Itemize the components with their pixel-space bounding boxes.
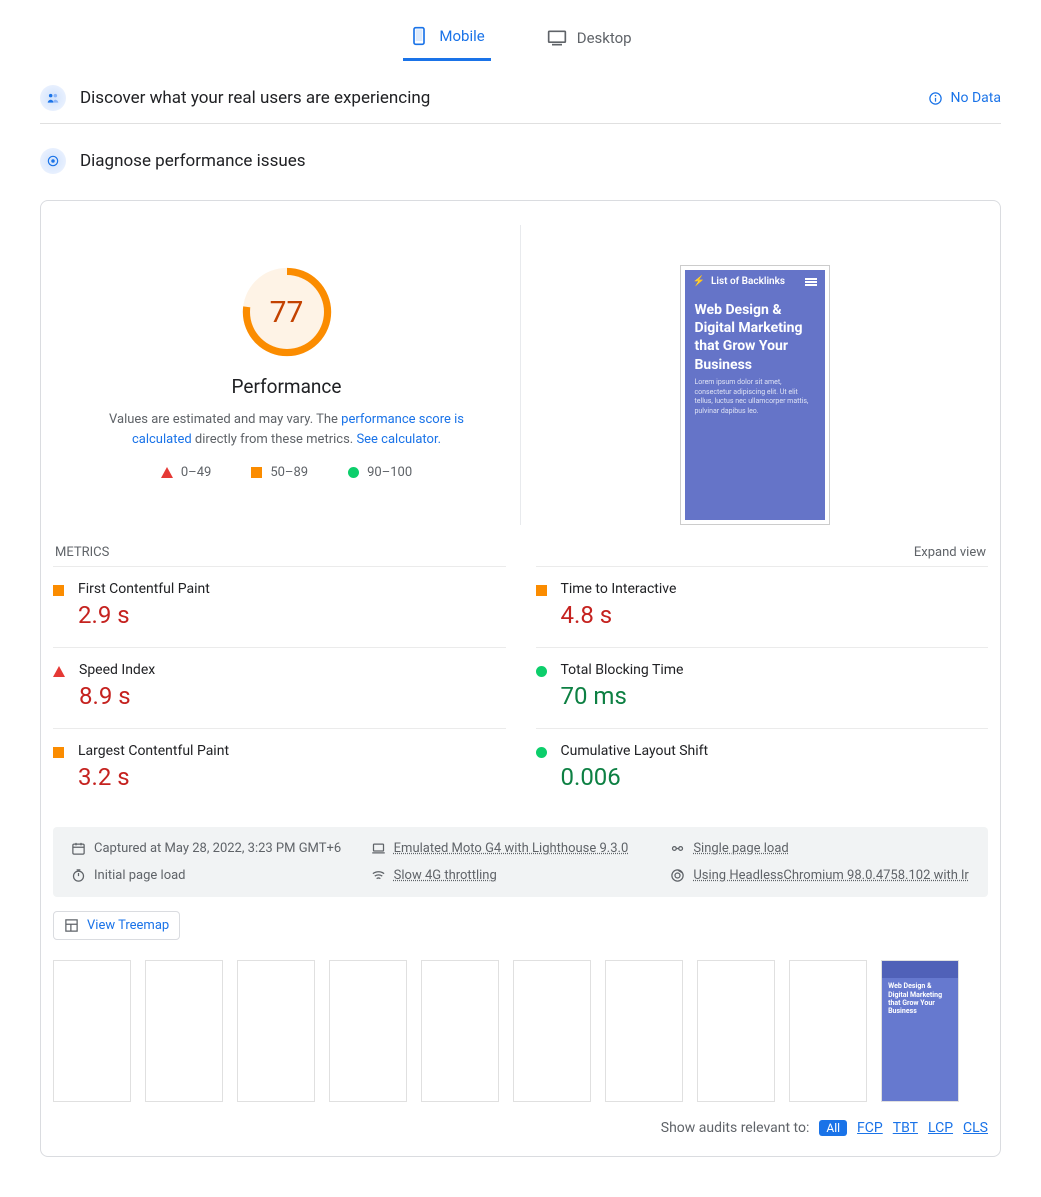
metric-label: Speed Index xyxy=(79,662,155,678)
diagnose-icon xyxy=(40,148,66,174)
metric-row: Largest Contentful Paint 3.2 s xyxy=(53,728,506,809)
square-orange-icon xyxy=(536,585,547,596)
tab-mobile[interactable]: Mobile xyxy=(403,18,490,61)
metric-row: Total Blocking Time 70 ms xyxy=(536,647,989,728)
metric-value: 8.9 s xyxy=(79,682,155,710)
env-throttle: Slow 4G throttling xyxy=(394,868,497,883)
filmstrip-thumb xyxy=(329,960,407,1102)
metric-value: 70 ms xyxy=(561,682,684,710)
metric-row: Time to Interactive 4.8 s xyxy=(536,566,989,647)
metric-value: 3.2 s xyxy=(78,763,229,791)
performance-score: 77 xyxy=(250,275,324,349)
audits-prompt: Show audits relevant to: xyxy=(661,1120,810,1136)
environment-info: Captured at May 28, 2022, 3:23 PM GMT+6 … xyxy=(53,827,988,897)
preview-headline: Web Design & Digital Marketing that Grow… xyxy=(685,293,825,378)
discover-section-header: Discover what your real users are experi… xyxy=(40,61,1001,124)
square-orange-icon xyxy=(251,467,262,478)
score-legend: 0–49 50–89 90–100 xyxy=(161,465,412,480)
filmstrip-thumb xyxy=(605,960,683,1102)
triangle-red-icon xyxy=(161,467,173,478)
audit-filter-cls[interactable]: CLS xyxy=(963,1120,988,1136)
expand-view-link[interactable]: Expand view xyxy=(914,545,986,560)
metric-label: Cumulative Layout Shift xyxy=(561,743,709,759)
dot-green-icon xyxy=(536,666,547,677)
lightning-icon: ⚡ xyxy=(693,276,705,287)
discover-title: Discover what your real users are experi… xyxy=(80,88,430,108)
metric-row: Speed Index 8.9 s xyxy=(53,647,506,728)
chrome-icon xyxy=(670,868,685,883)
laptop-icon xyxy=(371,841,386,856)
metrics-title: METRICS xyxy=(55,545,109,560)
env-initial: Initial page load xyxy=(94,868,186,883)
view-treemap-label: View Treemap xyxy=(87,918,169,933)
page-preview-screenshot: ⚡ List of Backlinks Web Design & Digital… xyxy=(680,265,830,525)
audit-filter-all[interactable]: All xyxy=(819,1120,847,1136)
performance-report: 77 Performance Values are estimated and … xyxy=(40,200,1001,1157)
preview-text: Lorem ipsum dolor sit amet, consectetur … xyxy=(685,378,825,417)
diagnose-section-header: Diagnose performance issues xyxy=(40,124,1001,186)
audit-filter-lcp[interactable]: LCP xyxy=(928,1120,953,1136)
filmstrip-thumb xyxy=(145,960,223,1102)
filmstrip-thumb xyxy=(421,960,499,1102)
tab-desktop-label: Desktop xyxy=(577,29,632,47)
filmstrip-thumb: Web Design & Digital Marketing that Grow… xyxy=(881,960,959,1102)
info-icon xyxy=(928,91,943,106)
triangle-red-icon xyxy=(53,666,65,677)
env-chromium: Using HeadlessChromium 98.0.4758.102 wit… xyxy=(693,868,968,883)
dot-green-icon xyxy=(348,467,359,478)
metric-value: 2.9 s xyxy=(78,601,210,629)
dot-green-icon xyxy=(536,747,547,758)
filmstrip-thumb xyxy=(789,960,867,1102)
no-data-link[interactable]: No Data xyxy=(928,90,1001,106)
env-emulated: Emulated Moto G4 with Lighthouse 9.3.0 xyxy=(394,841,629,856)
performance-label: Performance xyxy=(232,375,342,398)
performance-gauge: 77 xyxy=(240,265,334,359)
square-orange-icon xyxy=(53,747,64,758)
metric-label: Largest Contentful Paint xyxy=(78,743,229,759)
metric-value: 0.006 xyxy=(561,763,709,791)
network-icon xyxy=(371,868,386,883)
view-treemap-button[interactable]: View Treemap xyxy=(53,911,180,940)
filmstrip-thumb xyxy=(697,960,775,1102)
tab-mobile-label: Mobile xyxy=(439,27,484,45)
square-orange-icon xyxy=(53,585,64,596)
users-icon xyxy=(40,85,66,111)
env-captured: Captured at May 28, 2022, 3:23 PM GMT+6 xyxy=(94,841,341,856)
desktop-icon xyxy=(547,28,567,48)
performance-note: Values are estimated and may vary. The p… xyxy=(87,410,487,449)
metric-label: Total Blocking Time xyxy=(561,662,684,678)
metric-row: Cumulative Layout Shift 0.006 xyxy=(536,728,989,809)
no-data-text: No Data xyxy=(951,90,1001,106)
filmstrip-thumb xyxy=(513,960,591,1102)
link-icon xyxy=(670,841,685,856)
calendar-icon xyxy=(71,841,86,856)
filmstrip-thumb xyxy=(237,960,315,1102)
timer-icon xyxy=(71,868,86,883)
metric-label: Time to Interactive xyxy=(561,581,677,597)
filmstrip: Web Design & Digital Marketing that Grow… xyxy=(53,960,988,1102)
hamburger-icon xyxy=(805,278,817,286)
audit-filter-tbt[interactable]: TBT xyxy=(893,1120,918,1136)
see-calculator-link[interactable]: See calculator. xyxy=(356,432,441,447)
metric-label: First Contentful Paint xyxy=(78,581,210,597)
audit-filter-fcp[interactable]: FCP xyxy=(857,1120,883,1136)
metric-row: First Contentful Paint 2.9 s xyxy=(53,566,506,647)
preview-brand: List of Backlinks xyxy=(711,276,785,287)
diagnose-title: Diagnose performance issues xyxy=(80,151,306,171)
metric-value: 4.8 s xyxy=(561,601,677,629)
filmstrip-thumb xyxy=(53,960,131,1102)
treemap-icon xyxy=(64,918,79,933)
mobile-icon xyxy=(409,26,429,46)
env-single: Single page load xyxy=(693,841,788,856)
tab-desktop[interactable]: Desktop xyxy=(541,18,638,61)
